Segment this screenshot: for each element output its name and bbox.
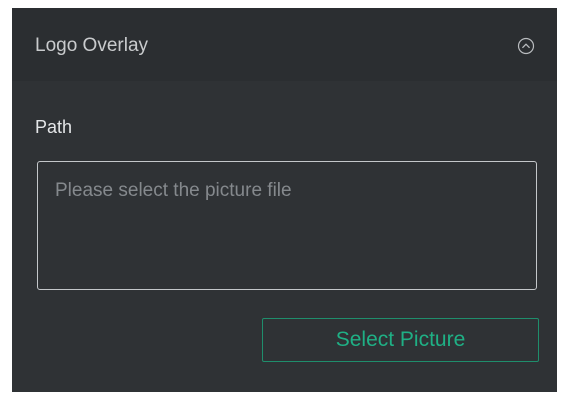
panel-header: Logo Overlay (12, 8, 557, 81)
panel-title: Logo Overlay (35, 35, 149, 56)
logo-overlay-panel: Logo Overlay Path Please select the pict… (12, 8, 557, 392)
collapse-button[interactable] (517, 37, 535, 55)
path-label: Path (35, 117, 73, 137)
select-picture-button[interactable]: Select Picture (262, 318, 539, 362)
chevron-up-circle-icon (517, 37, 535, 55)
path-field[interactable]: Please select the picture file (37, 161, 537, 290)
path-placeholder: Please select the picture file (55, 180, 292, 201)
